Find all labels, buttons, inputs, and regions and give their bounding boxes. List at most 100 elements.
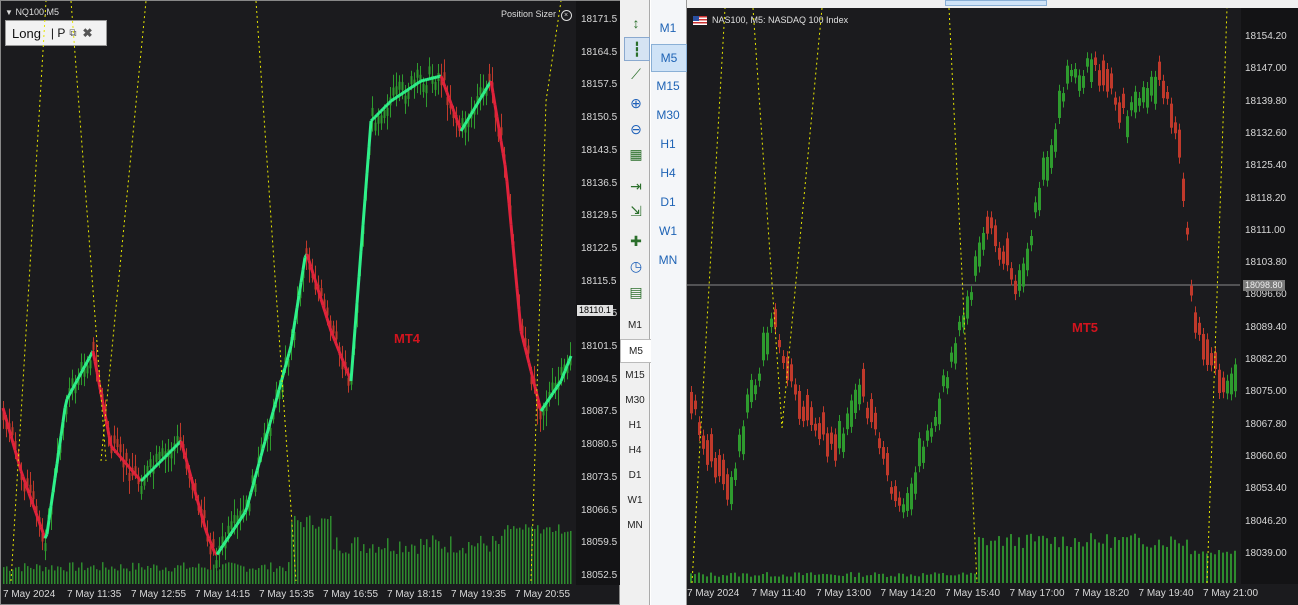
mt5-tf-m1[interactable]: M1 <box>651 15 685 41</box>
candle-body <box>914 472 917 494</box>
mt5-tf-d1[interactable]: D1 <box>651 189 685 215</box>
volume-bar <box>321 518 323 584</box>
candle-body <box>886 453 889 476</box>
mt4-chart-window[interactable]: ▼ NQ100,M5 Position Sizer × Long | P ⧉ ✖… <box>0 0 620 605</box>
mt5-price-chart[interactable] <box>687 8 1240 584</box>
mt5-time-label: 7 May 14:20 <box>880 588 936 599</box>
toolbar-tf-h4[interactable]: H4 <box>620 439 650 461</box>
toolbar-tf-h1[interactable]: H1 <box>620 414 650 436</box>
volume-bar <box>838 575 840 583</box>
trend-line-segment <box>414 82 418 87</box>
candle-body <box>750 379 753 403</box>
period-separators-icon[interactable]: ↕ <box>624 12 648 34</box>
trend-line-segment <box>157 459 163 465</box>
toolbar-tf-m30[interactable]: M30 <box>620 389 650 411</box>
trend-line-segment <box>449 102 455 110</box>
trend-line-segment <box>432 76 436 80</box>
candle-body <box>1118 102 1121 123</box>
mt5-tf-m30[interactable]: M30 <box>651 102 685 128</box>
candle-body <box>254 483 257 492</box>
mt5-tf-w1[interactable]: W1 <box>651 218 685 244</box>
trend-line-segment <box>392 97 396 101</box>
volume-bar <box>528 527 530 584</box>
mt5-tf-h4[interactable]: H4 <box>651 160 685 186</box>
trend-line-segment <box>255 462 261 472</box>
toolbar-tf-d1[interactable]: D1 <box>620 464 650 486</box>
mt4-price-chart[interactable] <box>1 1 576 585</box>
trend-line-segment <box>45 519 51 535</box>
mt5-tf-m5[interactable]: M5 <box>651 44 687 72</box>
toolbar-tf-m15[interactable]: M15 <box>620 364 650 386</box>
mt5-time-label: 7 May 17:00 <box>1009 588 1065 599</box>
candle-body <box>802 406 805 422</box>
zoom-in-icon[interactable]: ⊕ <box>624 92 648 114</box>
mt5-price-label: 18147.00 <box>1245 63 1287 75</box>
volume-bar <box>189 567 191 584</box>
trend-line-segment <box>77 372 83 378</box>
candle-body <box>1030 236 1033 246</box>
volume-bar <box>1214 554 1216 583</box>
tile-windows-icon[interactable]: ▦ <box>624 143 648 165</box>
candle-body <box>974 256 977 276</box>
candle-body <box>1206 339 1209 365</box>
volume-bar <box>1002 545 1004 583</box>
trend-line-segment <box>445 91 451 99</box>
candle-body <box>377 115 380 124</box>
volume-bar <box>1042 535 1044 583</box>
mt5-price-label: 18075.00 <box>1245 386 1287 398</box>
candle-body <box>1126 116 1129 138</box>
candle-body <box>690 391 693 414</box>
mt5-active-tab[interactable] <box>945 0 1047 6</box>
trend-line-segment <box>99 392 105 405</box>
candle-body <box>1074 68 1077 78</box>
volume-bar <box>66 571 68 584</box>
volume-bar <box>1046 538 1048 583</box>
mt4-price-tag: 18110.1 <box>577 305 613 316</box>
mt5-tf-mn[interactable]: MN <box>651 247 685 273</box>
trend-line-segment <box>179 440 185 449</box>
mt5-chart-window[interactable]: NAS100, M5: NASDAQ 100 Index 18154.20 181… <box>687 8 1298 605</box>
cycle-line <box>1206 8 1228 584</box>
new-chart-icon[interactable]: ✚ <box>624 230 648 252</box>
volume-bar <box>558 524 560 584</box>
volume-bar <box>758 575 760 583</box>
volume-bar <box>1178 543 1180 583</box>
volume-bar <box>1102 543 1104 583</box>
trend-line-segment <box>501 152 507 166</box>
templates-icon[interactable]: ▤ <box>624 281 648 303</box>
line-chart-icon[interactable]: ⟋ <box>624 63 648 85</box>
candle-body <box>766 332 769 355</box>
toolbar-tf-w1[interactable]: W1 <box>620 489 650 511</box>
clock-icon[interactable]: ◷ <box>624 255 648 277</box>
bar-chart-icon[interactable]: ┇ <box>624 37 650 61</box>
candle-body <box>754 385 757 395</box>
volume-bar <box>144 569 146 584</box>
candle-body <box>374 122 377 131</box>
volume-bar <box>381 549 383 584</box>
mt5-tf-h1[interactable]: H1 <box>651 131 685 157</box>
mt5-tf-m15[interactable]: M15 <box>651 73 685 99</box>
candle-body <box>380 115 383 124</box>
volume-bar <box>246 571 248 584</box>
trend-line-segment <box>359 224 365 252</box>
toolbar-tf-m1[interactable]: M1 <box>620 314 650 336</box>
trend-line-segment <box>410 85 414 89</box>
auto-scroll-icon[interactable]: ⇲ <box>624 200 648 222</box>
candle-body <box>392 87 395 96</box>
chart-shift-icon[interactable]: ⇥ <box>624 175 648 197</box>
volume-bar <box>174 567 176 584</box>
volume-bar <box>363 544 365 584</box>
trend-line-segment <box>499 140 505 154</box>
trend-line-segment <box>231 526 237 532</box>
toolbar-tf-m5[interactable]: M5 <box>620 339 652 363</box>
volume-bar <box>1086 542 1088 583</box>
trend-line-segment <box>201 519 207 528</box>
trend-line-segment <box>225 535 231 541</box>
trend-line-segment <box>363 172 369 200</box>
zoom-out-icon[interactable]: ⊖ <box>624 118 648 140</box>
mt4-price-label: 18073.5 <box>581 471 618 483</box>
toolbar-tf-mn[interactable]: MN <box>620 514 650 536</box>
candle-body <box>1134 91 1137 113</box>
candle-body <box>1226 380 1229 394</box>
volume-bar <box>890 575 892 583</box>
